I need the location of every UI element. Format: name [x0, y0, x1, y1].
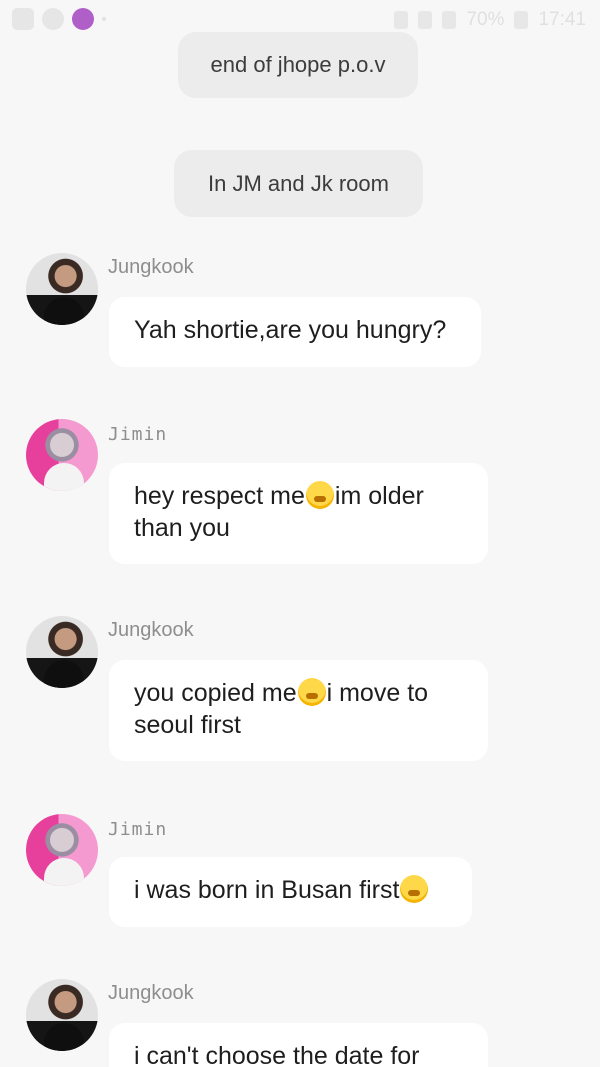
- huffing-face-emoji: [297, 678, 326, 706]
- message-text: you copied me: [134, 679, 297, 707]
- narration-pill: In JM and Jk room: [174, 150, 423, 217]
- narration-text: In JM and Jk room: [208, 170, 389, 196]
- ring-icon: [42, 8, 64, 30]
- message-bubble[interactable]: hey respect me im older than you: [109, 463, 488, 564]
- message-bubble[interactable]: you copied me i move to seoul first: [109, 660, 488, 761]
- status-bar-right: 70% 17:41: [394, 9, 586, 31]
- clock: 17:41: [538, 9, 586, 30]
- wifi-icon: [418, 11, 433, 29]
- jungkook-avatar[interactable]: [26, 616, 98, 688]
- notification-dot-icon: [102, 17, 106, 21]
- narration-pill: end of jhope p.o.v: [178, 32, 418, 98]
- status-bar-left: [12, 8, 106, 30]
- message-text: Yah shortie,are you hungry?: [134, 316, 447, 344]
- huffing-face-emoji: [305, 481, 334, 509]
- sender-name: Jungkook: [108, 619, 194, 641]
- sender-name: Jimin: [108, 819, 168, 840]
- sender-name: Jimin: [108, 424, 168, 445]
- signal-icon: [442, 11, 457, 29]
- huffing-face-emoji: [400, 875, 429, 903]
- message-bubble[interactable]: Yah shortie,are you hungry?: [109, 297, 481, 367]
- message-text: i was born in Busan first: [134, 876, 400, 904]
- sender-name: Jungkook: [108, 982, 194, 1004]
- battery-icon: [514, 11, 529, 29]
- jimin-avatar[interactable]: [26, 419, 98, 491]
- jungkook-avatar[interactable]: [26, 979, 98, 1051]
- app-icon: [72, 8, 94, 30]
- jimin-avatar[interactable]: [26, 814, 98, 886]
- message-text: i can't choose the date for: [134, 1042, 420, 1067]
- bluetooth-icon: [394, 11, 409, 29]
- message-bubble[interactable]: i can't choose the date for: [109, 1023, 488, 1067]
- jungkook-avatar[interactable]: [26, 253, 98, 325]
- sender-name: Jungkook: [108, 256, 194, 278]
- battery-percent: 70%: [466, 9, 505, 30]
- narration-text: end of jhope p.o.v: [210, 52, 386, 77]
- gallery-icon: [12, 8, 34, 30]
- message-bubble[interactable]: i was born in Busan first: [109, 857, 472, 927]
- message-text: hey respect me: [134, 482, 305, 510]
